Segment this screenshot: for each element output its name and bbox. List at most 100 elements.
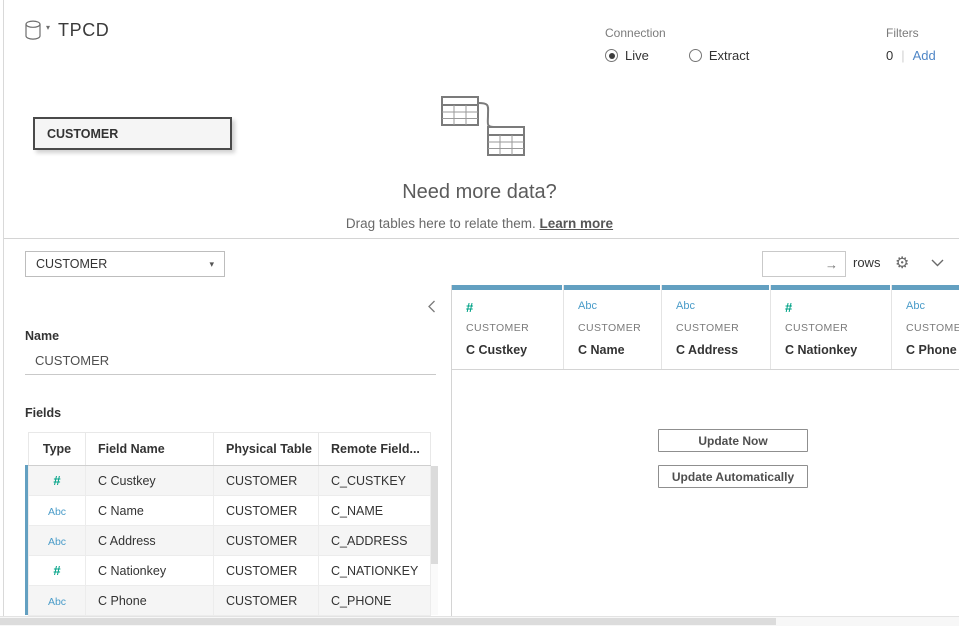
data-preview-pane: # CUSTOMER C Custkey Abc CUSTOMER C Name… xyxy=(452,285,959,616)
physical-table-cell: CUSTOMER xyxy=(214,496,319,526)
field-row[interactable]: Abc C Name CUSTOMER C_NAME xyxy=(29,496,431,526)
update-automatically-button[interactable]: Update Automatically xyxy=(658,465,808,488)
column-table-label: CUSTOMER xyxy=(466,322,563,334)
field-type-icon: Abc xyxy=(48,596,66,608)
physical-table-cell: CUSTOMER xyxy=(214,586,319,616)
field-row[interactable]: # C Nationkey CUSTOMER C_NATIONKEY xyxy=(29,556,431,586)
connection-group: Connection Live Extract xyxy=(605,26,749,63)
field-type-icon: # xyxy=(53,563,60,578)
remote-field-cell: C_PHONE xyxy=(319,586,431,616)
radio-unselected-icon xyxy=(689,49,702,62)
scrollbar-thumb[interactable] xyxy=(431,466,438,564)
remote-field-cell: C_NAME xyxy=(319,496,431,526)
field-row[interactable]: Abc C Phone CUSTOMER C_PHONE xyxy=(29,586,431,616)
extract-radio-label: Extract xyxy=(709,48,749,63)
name-label: Name xyxy=(25,329,59,343)
physical-table-cell: CUSTOMER xyxy=(214,526,319,556)
horizontal-scrollbar[interactable] xyxy=(0,616,959,626)
column-field-label: C Name xyxy=(578,343,661,357)
fields-table-body: # C Custkey CUSTOMER C_CUSTKEY Abc C Nam… xyxy=(29,466,431,616)
empty-state-title: Need more data? xyxy=(0,181,959,204)
field-name-cell: C Phone xyxy=(86,586,214,616)
filters-count: 0 xyxy=(886,48,893,63)
datasource-title[interactable]: TPCD xyxy=(58,20,109,41)
drag-hint-text: Drag tables here to relate them. xyxy=(346,216,540,231)
field-type-icon: Abc xyxy=(48,536,66,548)
column-type-icon: # xyxy=(466,300,563,315)
update-now-button[interactable]: Update Now xyxy=(658,429,808,452)
relationship-canvas: ▾ TPCD Connection Live Extract Filters 0… xyxy=(0,0,959,239)
table-details-pane: Name Fields TypeField NamePhysical Table… xyxy=(0,285,451,616)
connection-live-radio[interactable]: Live xyxy=(605,48,649,63)
physical-table-cell: CUSTOMER xyxy=(214,466,319,496)
table-name-field[interactable] xyxy=(25,347,436,375)
filters-group: Filters 0 | Add xyxy=(886,26,936,63)
data-grid-column-header[interactable]: Abc CUSTOMER C Name xyxy=(564,285,662,369)
fields-table: TypeField NamePhysical TableRemote Field… xyxy=(28,432,430,616)
related-tables-illustration xyxy=(426,92,538,172)
empty-state-hint: Drag tables here to relate them. Learn m… xyxy=(0,216,959,231)
fields-label: Fields xyxy=(25,406,61,420)
data-grid-column-header[interactable]: # CUSTOMER C Custkey xyxy=(452,285,564,369)
field-name-cell: C Custkey xyxy=(86,466,214,496)
scrollbar-thumb[interactable] xyxy=(0,618,776,625)
gear-icon[interactable]: ⚙ xyxy=(895,240,909,285)
column-table-label: CUSTOMER xyxy=(906,322,959,334)
rows-label: rows xyxy=(853,240,880,285)
rows-count-input[interactable] xyxy=(763,252,821,276)
fields-column-header[interactable]: Type xyxy=(29,433,86,466)
fields-vertical-scrollbar[interactable] xyxy=(431,466,438,615)
chevron-down-icon: ▾ xyxy=(209,259,214,270)
field-type-icon: Abc xyxy=(48,506,66,518)
field-row[interactable]: # C Custkey CUSTOMER C_CUSTKEY xyxy=(29,466,431,496)
table-select-value: CUSTOMER xyxy=(36,257,107,271)
canvas-table-customer[interactable]: CUSTOMER xyxy=(33,117,232,150)
data-grid-column-header[interactable]: # CUSTOMER C Nationkey xyxy=(771,285,892,369)
datasource-menu[interactable]: ▾ xyxy=(24,20,50,41)
table-name-input[interactable] xyxy=(25,353,436,368)
column-type-icon: Abc xyxy=(676,300,770,315)
table-select-dropdown[interactable]: CUSTOMER ▾ xyxy=(25,251,225,277)
fields-column-header[interactable]: Remote Field... xyxy=(319,433,431,466)
connection-label: Connection xyxy=(605,26,749,40)
column-type-icon: Abc xyxy=(906,300,959,315)
preview-toolbar: CUSTOMER ▾ → rows ⚙ xyxy=(0,240,959,285)
column-table-label: CUSTOMER xyxy=(785,322,891,334)
collapse-grid-chevron-icon[interactable] xyxy=(931,240,944,285)
field-name-cell: C Nationkey xyxy=(86,556,214,586)
left-pane-collapsed-edge xyxy=(0,0,4,616)
collapse-pane-chevron-icon[interactable] xyxy=(428,300,436,313)
fields-table-header-row: TypeField NamePhysical TableRemote Field… xyxy=(29,433,431,466)
column-field-label: C Nationkey xyxy=(785,343,891,357)
column-field-label: C Custkey xyxy=(466,343,563,357)
remote-field-cell: C_ADDRESS xyxy=(319,526,431,556)
field-name-cell: C Name xyxy=(86,496,214,526)
fields-column-header[interactable]: Field Name xyxy=(86,433,214,466)
field-row[interactable]: Abc C Address CUSTOMER C_ADDRESS xyxy=(29,526,431,556)
live-radio-label: Live xyxy=(625,48,649,63)
remote-field-cell: C_NATIONKEY xyxy=(319,556,431,586)
filters-add-link[interactable]: Add xyxy=(913,48,936,63)
fields-selection-bar xyxy=(25,465,28,615)
data-grid-column-header[interactable]: Abc CUSTOMER C Address xyxy=(662,285,771,369)
rows-count-field[interactable]: → xyxy=(762,251,846,277)
column-table-label: CUSTOMER xyxy=(676,322,770,334)
database-icon xyxy=(24,20,42,41)
physical-table-cell: CUSTOMER xyxy=(214,556,319,586)
column-table-label: CUSTOMER xyxy=(578,322,661,334)
column-type-icon: # xyxy=(785,300,891,315)
divider: | xyxy=(901,48,904,63)
column-field-label: C Phone xyxy=(906,343,959,357)
radio-selected-icon xyxy=(605,49,618,62)
column-field-label: C Address xyxy=(676,343,770,357)
learn-more-link[interactable]: Learn more xyxy=(540,216,614,231)
data-grid-header: # CUSTOMER C Custkey Abc CUSTOMER C Name… xyxy=(452,285,959,370)
connection-extract-radio[interactable]: Extract xyxy=(689,48,749,63)
data-grid-column-header[interactable]: Abc CUSTOMER C Phone xyxy=(892,285,959,369)
fields-column-header[interactable]: Physical Table xyxy=(214,433,319,466)
column-type-icon: Abc xyxy=(578,300,661,315)
field-name-cell: C Address xyxy=(86,526,214,556)
field-type-icon: # xyxy=(53,473,60,488)
go-arrow-icon[interactable]: → xyxy=(825,257,845,272)
filters-label: Filters xyxy=(886,26,936,40)
